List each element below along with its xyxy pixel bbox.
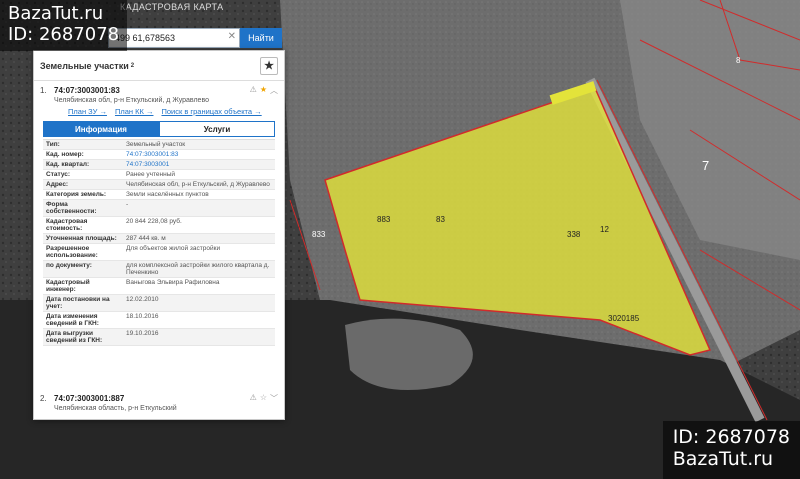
info-key: Уточненная площадь: <box>46 235 117 242</box>
watermark-id: ID: 2687078 <box>672 426 790 449</box>
info-value: 287 444 кв. м <box>126 235 166 242</box>
watermark-top-left: BazaTut.ru ID: 2687078 <box>0 0 128 52</box>
info-key: Категория земель: <box>46 191 107 198</box>
result-item[interactable]: 2. 74:07:3003001:887 ⚠ ☆ ﹀ Челябинская о… <box>34 393 284 412</box>
map-label: 883 <box>377 215 391 224</box>
star-icon[interactable]: ★ <box>260 85 267 96</box>
info-key: Статус: <box>46 171 71 178</box>
cadastral-number[interactable]: 74:07:3003001:887 <box>54 394 124 403</box>
panel-header: Земельные участки 2 ★ <box>34 51 284 81</box>
info-row: Дата постановки на учет: 12.02.2010 <box>43 295 275 312</box>
info-value: 20 844 228,08 руб. <box>126 218 182 225</box>
info-value: Ранее учтенный <box>126 171 175 178</box>
info-row: Кад. квартал: 74:07:3003001 <box>43 160 275 170</box>
map-label: 3020185 <box>608 314 640 323</box>
info-value[interactable]: 74:07:3003001:83 <box>123 150 275 159</box>
tab-services[interactable]: Услуги <box>159 121 275 137</box>
result-item[interactable]: 1. 74:07:3003001:83 ⚠ ★ ︿ Челябинская об… <box>34 81 284 346</box>
result-number: 2. <box>40 394 47 403</box>
info-value[interactable]: 74:07:3003001 <box>123 160 275 169</box>
info-row: Категория земель: Земли населённых пункто… <box>43 190 275 200</box>
star-icon[interactable]: ★ <box>260 56 278 75</box>
info-key: Кад. квартал: <box>46 161 90 168</box>
warning-icon[interactable]: ⚠ <box>250 393 257 404</box>
info-key: Кадастровая стоимость: <box>46 218 88 232</box>
info-key: Кадастровый инженер: <box>46 279 90 293</box>
info-row: Кадастровая стоимость: 20 844 228,08 руб. <box>43 217 275 234</box>
island <box>345 318 473 390</box>
info-key: Дата выгрузки сведений из ГКН: <box>46 330 103 344</box>
link-plan-zu[interactable]: План ЗУ → <box>68 107 107 116</box>
watermark-site: BazaTut.ru <box>8 3 104 24</box>
info-value: для комплексной застройки жилого квартал… <box>126 262 270 276</box>
watermark-site: BazaTut.ru <box>672 448 774 471</box>
info-value: - <box>126 201 129 208</box>
info-value: Земли населённых пунктов <box>126 191 209 198</box>
link-search-bounds[interactable]: Поиск в границах объекта → <box>161 107 261 116</box>
chevron-down-icon[interactable]: ﹀ <box>270 393 278 404</box>
search-bar: 499 61,678563 ✕ Найти <box>108 28 282 48</box>
info-row: по документу: для комплексной застройки ж… <box>43 261 275 278</box>
map-label: 338 <box>567 230 581 239</box>
map-label: 7 <box>702 158 709 173</box>
info-value: Ваныгова Эльвира Рафиловна <box>126 279 220 286</box>
watermark-bottom-right: ID: 2687078 BazaTut.ru <box>662 421 800 479</box>
result-address: Челябинская обл, р-н Еткульский, д Журав… <box>54 97 209 104</box>
tab-info[interactable]: Информация <box>43 121 159 137</box>
info-row: Тип: Земельный участок <box>43 140 275 150</box>
link-plan-kk[interactable]: План КК → <box>115 107 154 116</box>
info-value: Для объектов жилой застройки <box>126 245 221 252</box>
info-table: Тип: Земельный участок Кад. номер: 74:07:3… <box>43 139 275 346</box>
warning-icon[interactable]: ⚠ <box>250 85 257 96</box>
info-key: Разрешенное использование: <box>46 245 98 259</box>
info-row: Разрешенное использование: Для объектов ж… <box>43 244 275 261</box>
info-row: Статус: Ранее учтенный <box>43 170 275 180</box>
info-key: по документу: <box>46 262 92 269</box>
chevron-up-icon[interactable]: ︿ <box>270 85 278 96</box>
info-key: Форма собственности: <box>46 201 97 215</box>
info-row: Уточненная площадь: 287 444 кв. м <box>43 234 275 244</box>
info-row: Дата изменения сведений в ГКН: 18.10.2016 <box>43 312 275 329</box>
info-value: 12.02.2010 <box>126 296 159 303</box>
results-count: 2 <box>130 62 135 69</box>
info-row: Адрес: Челябинская обл, р-н Еткульский, д… <box>43 180 275 190</box>
search-button[interactable]: Найти <box>240 28 282 48</box>
result-number: 1. <box>40 86 47 95</box>
map-label: 833 <box>312 230 326 239</box>
map-label: 12 <box>600 225 609 234</box>
info-key: Дата изменения сведений в ГКН: <box>46 313 99 327</box>
panel-title: Земельные участки <box>40 60 129 71</box>
info-value: 19.10.2016 <box>126 330 159 337</box>
info-value: Земельный участок <box>126 141 186 148</box>
info-key: Кад. номер: <box>46 151 84 158</box>
info-row: Кад. номер: 74:07:3003001:83 <box>43 150 275 160</box>
info-value: Челябинская обл, р-н Еткульский, д Журав… <box>126 181 270 188</box>
info-row: Форма собственности: - <box>43 200 275 217</box>
map-label: 83 <box>436 215 445 224</box>
info-key: Дата постановки на учет: <box>46 296 110 310</box>
info-value: 18.10.2016 <box>126 313 159 320</box>
info-key: Адрес: <box>46 181 69 188</box>
map-label: 8 <box>736 56 741 65</box>
close-icon[interactable]: ✕ <box>228 31 236 42</box>
info-row: Дата выгрузки сведений из ГКН: 19.10.2016 <box>43 329 275 346</box>
info-key: Тип: <box>46 141 60 148</box>
watermark-id: ID: 2687078 <box>8 23 120 45</box>
star-outline-icon[interactable]: ☆ <box>260 393 267 404</box>
results-panel: Земельные участки 2 ★ 1. 74:07:3003001:8… <box>33 50 285 420</box>
cadastral-number[interactable]: 74:07:3003001:83 <box>54 86 120 95</box>
info-row: Кадастровый инженер: Ваныгова Эльвира Раф… <box>43 278 275 295</box>
result-address: Челябинская область, р-н Еткульский <box>54 405 177 412</box>
search-input[interactable]: 499 61,678563 <box>108 28 240 48</box>
